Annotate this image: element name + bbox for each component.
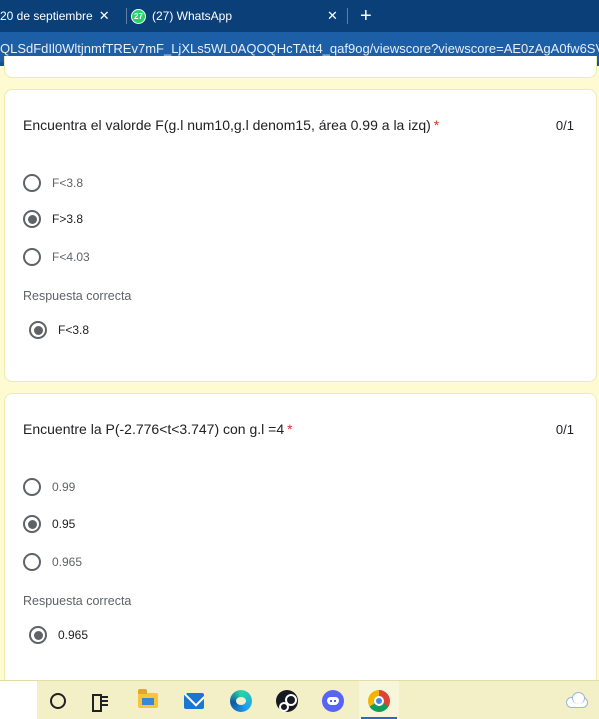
radio-button[interactable] xyxy=(23,553,41,571)
option-label: F<3.8 xyxy=(58,323,90,337)
file-explorer-icon[interactable] xyxy=(128,681,168,719)
tab-divider xyxy=(126,8,127,24)
correct-answer: F<3.8 xyxy=(29,319,89,341)
tab-title: (27) WhatsApp xyxy=(152,9,233,23)
required-asterisk: * xyxy=(287,421,293,437)
option-label: F<3.8 xyxy=(52,176,84,190)
option-label: 0.99 xyxy=(52,480,76,494)
question-score: 0/1 xyxy=(555,422,574,437)
tab-divider xyxy=(347,8,348,24)
radio-button[interactable] xyxy=(23,248,41,266)
close-tab-icon[interactable]: ✕ xyxy=(327,8,338,24)
correct-answer-heading: Respuesta correcta xyxy=(23,289,132,303)
url-text[interactable]: QLSdFdIl0WltjnmfTREv7mF_LjXLs5WL0AQOQHcT… xyxy=(0,41,599,56)
option-label: 0.965 xyxy=(52,555,83,569)
close-tab-icon[interactable]: ✕ xyxy=(99,8,110,24)
new-tab-button[interactable]: + xyxy=(360,4,372,28)
browser-tab-strip: 20 de septiembre ✕ 27 (27) WhatsApp ✕ + xyxy=(0,0,599,32)
tab-whatsapp[interactable]: 27 (27) WhatsApp ✕ xyxy=(131,0,349,32)
correct-answer: 0.965 xyxy=(29,624,88,646)
start-button[interactable] xyxy=(0,681,37,719)
radio-button-checked[interactable] xyxy=(23,210,41,228)
search-icon[interactable] xyxy=(38,681,78,719)
option-label: 0.965 xyxy=(58,628,89,642)
option-label: 0.95 xyxy=(52,517,76,531)
task-view-icon[interactable] xyxy=(80,681,120,719)
question-card: Encuentre la P(-2.776<t<3.747) con g.l =… xyxy=(4,393,597,685)
answer-option[interactable]: 0.965 xyxy=(23,551,82,573)
radio-button-checked xyxy=(29,321,47,339)
answer-option-selected[interactable]: F>3.8 xyxy=(23,208,83,230)
radio-button-checked[interactable] xyxy=(23,515,41,533)
question-text: Encuentra el valorde F(g.l num10,g.l den… xyxy=(23,117,431,133)
previous-question-card xyxy=(4,56,597,78)
answer-option[interactable]: F<3.8 xyxy=(23,172,83,194)
chrome-icon[interactable] xyxy=(359,681,399,719)
radio-button[interactable] xyxy=(23,478,41,496)
question-title: Encuentre la P(-2.776<t<3.747) con g.l =… xyxy=(23,421,293,437)
option-label: F>3.8 xyxy=(52,212,84,226)
question-text: Encuentre la P(-2.776<t<3.747) con g.l =… xyxy=(23,421,285,437)
tab-calendar[interactable]: 20 de septiembre ✕ xyxy=(0,0,126,32)
mail-icon[interactable] xyxy=(174,681,214,719)
steam-icon[interactable] xyxy=(267,681,307,719)
answer-option-selected[interactable]: 0.95 xyxy=(23,513,75,535)
answer-option[interactable]: 0.99 xyxy=(23,476,75,498)
windows-taskbar xyxy=(0,680,599,719)
edge-icon[interactable] xyxy=(221,681,261,719)
question-score: 0/1 xyxy=(555,118,574,133)
notification-badge: 27 xyxy=(134,11,143,21)
tab-title: 20 de septiembre xyxy=(0,9,93,23)
question-card: Encuentra el valorde F(g.l num10,g.l den… xyxy=(4,89,597,382)
onedrive-cloud-icon[interactable] xyxy=(566,692,588,708)
question-title: Encuentra el valorde F(g.l num10,g.l den… xyxy=(23,117,439,133)
option-label: F<4.03 xyxy=(52,250,90,264)
discord-icon[interactable] xyxy=(313,681,353,719)
required-asterisk: * xyxy=(433,117,440,133)
radio-button-checked xyxy=(29,626,47,644)
correct-answer-heading: Respuesta correcta xyxy=(23,594,132,608)
whatsapp-icon: 27 xyxy=(131,8,146,24)
answer-option[interactable]: F<4.03 xyxy=(23,246,90,268)
radio-button[interactable] xyxy=(23,174,41,192)
